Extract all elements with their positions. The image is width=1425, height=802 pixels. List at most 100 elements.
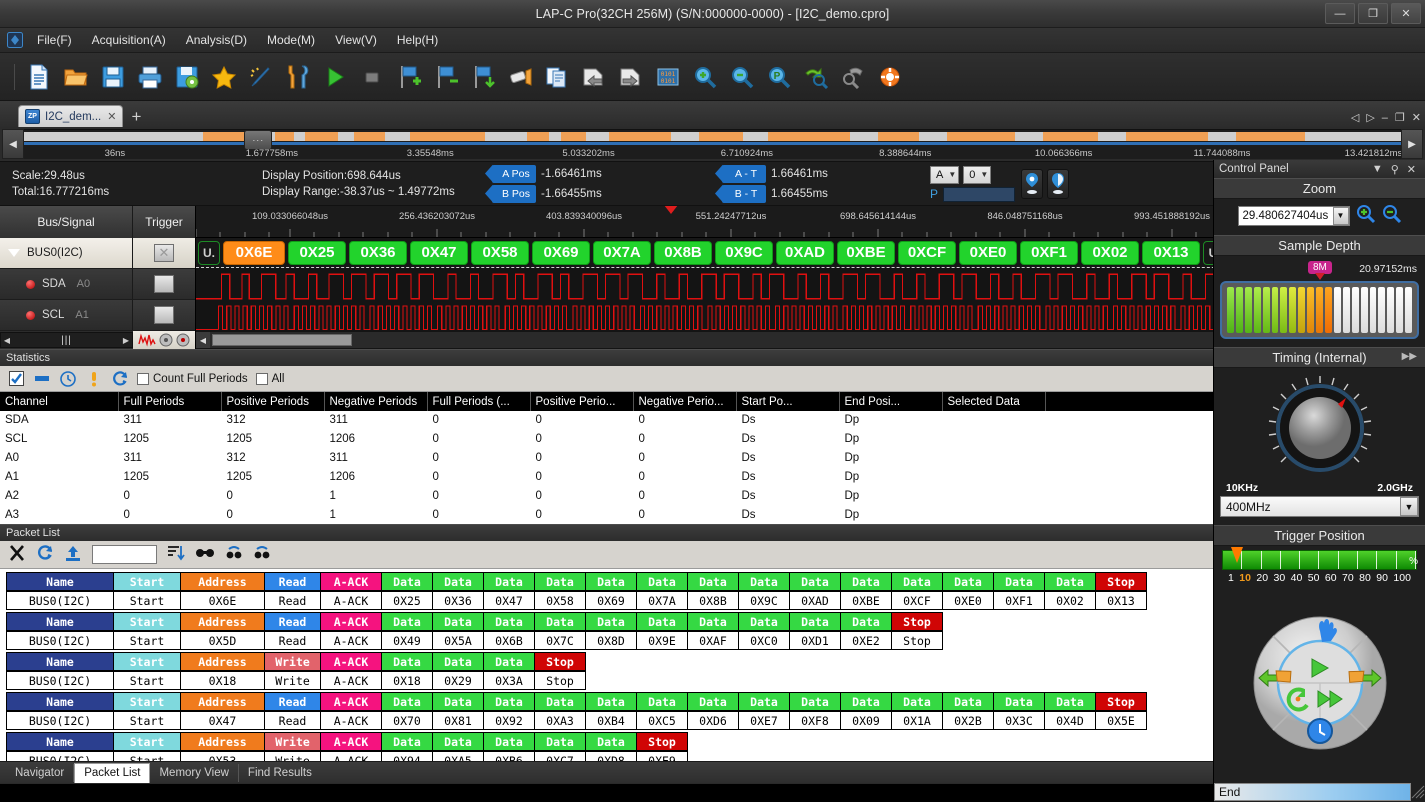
find-next-icon[interactable] <box>253 544 271 565</box>
p-value-field[interactable] <box>943 186 1016 202</box>
statistics-grid-wrap[interactable]: Channel Full Periods Positive Periods Ne… <box>0 392 1425 524</box>
zoom-out-icon[interactable] <box>725 59 759 95</box>
column-header[interactable]: Negative Periods <box>324 392 428 411</box>
bus-packet[interactable]: 0X6E <box>223 240 285 265</box>
column-header[interactable]: Positive Perio... <box>530 392 634 411</box>
menu-item-analysis[interactable]: Analysis(D) <box>177 30 256 50</box>
sample-depth-bars[interactable] <box>1220 281 1419 339</box>
uncheck-icon[interactable] <box>33 370 51 388</box>
remove-flag-icon[interactable] <box>429 59 463 95</box>
channel-row-bus0[interactable]: BUS0(I2C) ✕ <box>0 238 195 269</box>
zoom-in-icon[interactable] <box>688 59 722 95</box>
frequency-select[interactable]: 400MHz ▼ <box>1220 496 1419 517</box>
tab-find-results[interactable]: Find Results <box>239 764 321 782</box>
bus-packet[interactable]: 0X8B <box>654 240 712 265</box>
channel-name-cell[interactable]: SCL A1 <box>0 300 133 330</box>
add-flag-icon[interactable] <box>392 59 426 95</box>
end-label-box[interactable]: End <box>1214 783 1411 801</box>
channel-name-cell[interactable]: BUS0(I2C) <box>0 238 133 268</box>
trigger-edge-icon[interactable] <box>154 275 174 293</box>
resize-grip-icon[interactable] <box>1411 785 1425 799</box>
column-header[interactable]: Full Periods (... <box>427 392 531 411</box>
close-icon[interactable]: ✕ <box>1403 163 1420 176</box>
checkbox-box[interactable] <box>255 372 268 385</box>
bus-packet[interactable]: 0X47 <box>410 240 468 265</box>
stop-icon[interactable] <box>355 59 389 95</box>
close-x-icon[interactable] <box>8 544 26 565</box>
scroll-right-icon[interactable]: ▶ <box>120 336 132 345</box>
check-all-icon[interactable] <box>7 370 25 388</box>
chevron-right-icon[interactable]: ▷ <box>1366 111 1374 124</box>
column-header[interactable]: Full Periods <box>118 392 222 411</box>
magic-wand-icon[interactable] <box>244 59 278 95</box>
timing-more-icon[interactable]: ▶▶ <box>1402 351 1417 362</box>
bus-packet[interactable]: U. <box>198 240 220 265</box>
refresh-icon[interactable] <box>111 370 129 388</box>
next-page-icon[interactable] <box>614 59 648 95</box>
column-header[interactable]: End Posi... <box>839 392 943 411</box>
zoom-page-icon[interactable]: P <box>762 59 796 95</box>
sort-icon[interactable] <box>167 544 185 565</box>
channel-name-cell[interactable]: SDA A0 <box>0 269 133 299</box>
menu-item-view[interactable]: View(V) <box>326 30 386 50</box>
lifebuoy-icon[interactable] <box>873 59 907 95</box>
search-input[interactable] <box>92 545 157 564</box>
tools-icon[interactable] <box>281 59 315 95</box>
pin-icon[interactable]: ⚲ <box>1387 163 1403 176</box>
bus-packet[interactable]: 0XF1 <box>1020 240 1078 265</box>
menu-item-mode[interactable]: Mode(M) <box>258 30 324 50</box>
count-full-periods-checkbox[interactable]: Count Full Periods <box>137 372 248 385</box>
save-settings-icon[interactable] <box>170 59 204 95</box>
checkbox-box[interactable] <box>137 372 149 385</box>
menu-item-file[interactable]: File(F) <box>28 30 81 50</box>
bus-packet[interactable]: 0X13 <box>1142 240 1200 265</box>
run-icon[interactable] <box>318 59 352 95</box>
scroll-left-icon[interactable]: ◀ <box>1 336 13 345</box>
channel-row-sda[interactable]: SDA A0 <box>0 269 195 300</box>
close-button[interactable]: ✕ <box>1391 3 1421 24</box>
column-header[interactable]: Channel <box>0 392 119 411</box>
maximize-button[interactable]: ❐ <box>1358 3 1388 24</box>
collapse-triangle-icon[interactable] <box>8 249 20 257</box>
find-prev-icon[interactable] <box>225 544 243 565</box>
table-row[interactable]: SDA 311 312 311 0 0 0 Ds Dp <box>0 411 1411 430</box>
close-icon[interactable]: ✕ <box>106 110 117 123</box>
table-row[interactable]: A1 1205 1205 1206 0 0 0 Ds Dp <box>0 467 1411 487</box>
tab-packet-list[interactable]: Packet List <box>74 762 151 783</box>
menu-item-acquisition[interactable]: Acquisition(A) <box>83 30 175 50</box>
bus-packet[interactable]: 0X69 <box>532 240 590 265</box>
copy-page-icon[interactable] <box>540 59 574 95</box>
column-header[interactable]: Negative Perio... <box>633 392 737 411</box>
table-row[interactable]: A3 0 0 1 0 0 0 Ds Dp <box>0 505 1411 524</box>
export-icon[interactable] <box>64 544 82 565</box>
trigger-level-icon[interactable] <box>154 306 174 324</box>
bus-packet[interactable]: 0X25 <box>288 240 346 265</box>
menu-item-help[interactable]: Help(H) <box>388 30 447 50</box>
scroll-thumb[interactable]: ||| <box>13 335 120 346</box>
bus-packet[interactable]: 0X36 <box>349 240 407 265</box>
table-row[interactable]: A2 0 0 1 0 0 0 Ds Dp <box>0 486 1411 506</box>
trigger-none-icon[interactable]: ✕ <box>154 244 174 262</box>
channel-hscrollbar[interactable]: ◀ ||| ▶ <box>0 332 133 348</box>
prev-page-icon[interactable] <box>577 59 611 95</box>
marker-pin-a-icon[interactable] <box>1021 168 1044 199</box>
clock-icon[interactable] <box>59 370 77 388</box>
warning-icon[interactable] <box>85 370 103 388</box>
doc-close-button[interactable]: ✕ <box>1412 111 1421 124</box>
overview-track[interactable]: ··· 36ns 1.677758ms 3.35548ms 5.033202ms… <box>24 129 1401 159</box>
cursor-select-index[interactable]: 0 ▼ <box>963 165 992 184</box>
chevron-left-icon[interactable]: ◁ <box>1351 111 1359 124</box>
overview-scroll-right[interactable]: ▶ <box>1401 129 1423 159</box>
channel-row-scl[interactable]: SCL A1 <box>0 300 195 331</box>
print-icon[interactable] <box>133 59 167 95</box>
download-flag-icon[interactable] <box>466 59 500 95</box>
scroll-thumb[interactable] <box>212 334 352 346</box>
channel-pane-scrollbar[interactable]: ◀ ||| ▶ <box>0 331 195 349</box>
find-icon[interactable] <box>195 544 215 565</box>
favorite-star-icon[interactable] <box>207 59 241 95</box>
bus-packet[interactable]: 0XCF <box>898 240 956 265</box>
bus-packet[interactable]: 0X9C <box>715 240 773 265</box>
zoom-in-icon[interactable] <box>1356 204 1376 227</box>
column-header[interactable]: Selected Data <box>942 392 1046 411</box>
chevron-down-icon[interactable]: ▼ <box>1332 206 1349 225</box>
